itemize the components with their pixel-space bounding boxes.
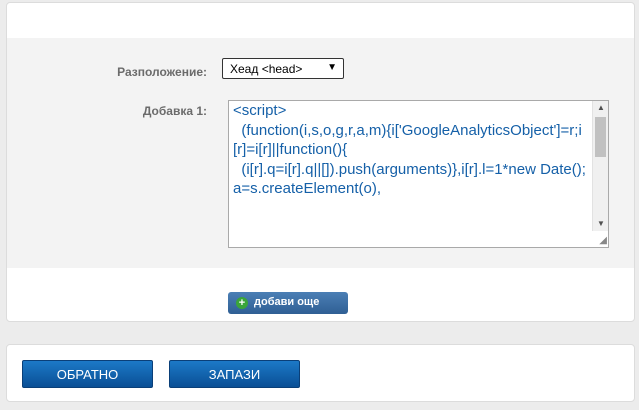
textarea-scrollbar[interactable]: ▲ ▼ [592,101,608,231]
scrollbar-thumb[interactable] [595,117,606,157]
scroll-up-icon[interactable]: ▲ [593,101,608,115]
scroll-down-icon[interactable]: ▼ [593,217,608,231]
save-button[interactable]: ЗАПАЗИ [169,360,300,388]
location-select[interactable]: Хеад <head> ▼ [222,58,344,79]
triangle-down-icon: ▼ [327,62,337,73]
add-more-button[interactable]: + добави още [228,292,348,314]
form-panel: Разположение: Хеад <head> ▼ Добавка 1: <… [6,2,635,322]
resize-grip-icon[interactable]: ◢ [597,236,607,246]
actions-panel: ОБРАТНО ЗАПАЗИ [6,344,635,402]
add-more-label: добави още [254,296,320,308]
plus-circle-icon: + [236,297,248,309]
location-label: Разположение: [117,65,207,79]
addon-code-textarea[interactable]: <script> (function(i,s,o,g,r,a,m){i['Goo… [228,100,609,248]
addon-label: Добавка 1: [142,104,207,118]
back-button[interactable]: ОБРАТНО [22,360,153,388]
addon-code-content: <script> (function(i,s,o,g,r,a,m){i['Goo… [233,102,586,197]
location-select-value: Хеад <head> [230,62,303,76]
